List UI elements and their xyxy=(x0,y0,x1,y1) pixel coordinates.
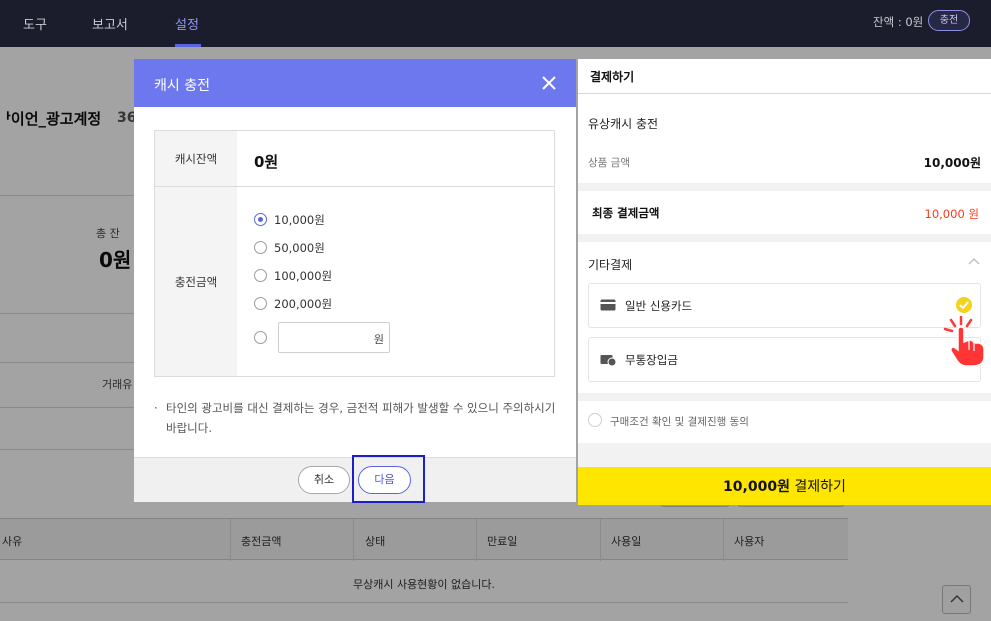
payment-panel: 결제하기 유상캐시 충전 상품 금액 10,000원 최종 결제금액 10,00… xyxy=(578,59,991,505)
product-name: 유상캐시 충전 xyxy=(588,117,659,131)
notice-body: 타인의 광고비를 대신 결제하는 경우, 금전적 피해가 발생할 수 있으니 주… xyxy=(166,401,556,435)
nav-item-reports[interactable]: 보고서 xyxy=(92,14,128,33)
radio[interactable] xyxy=(254,269,267,282)
option-label: 100,000원 xyxy=(274,269,333,283)
custom-amount-unit: 원 xyxy=(373,333,384,346)
custom-amount-input[interactable]: 원 xyxy=(278,322,390,353)
submit-amount: 10,000원 xyxy=(723,479,790,495)
next-button-highlight xyxy=(352,455,425,503)
radio[interactable] xyxy=(254,331,267,344)
charge-button[interactable]: 충전 xyxy=(928,10,970,31)
check-icon xyxy=(956,297,972,313)
agreement-text: 구매조건 확인 및 결제진행 동의 xyxy=(610,416,749,428)
nav-item-settings[interactable]: 설정 xyxy=(175,14,199,33)
cash-balance-label: 캐시잔액 xyxy=(174,152,218,166)
method-label: 무통장입금 xyxy=(625,353,678,367)
method-label: 일반 신용카드 xyxy=(625,299,693,313)
charge-form: 캐시잔액 0원 충전금액 10,000원 50,000원 100,000원 20… xyxy=(154,130,555,377)
chevron-up-icon[interactable] xyxy=(968,257,980,265)
radio[interactable] xyxy=(254,241,267,254)
agreement-checkbox[interactable] xyxy=(588,413,602,427)
radio-selected[interactable] xyxy=(254,213,267,226)
payment-method-credit-card[interactable]: 일반 신용카드 xyxy=(588,283,981,328)
balance-text: 잔액 : 0원 xyxy=(873,15,924,29)
price-value: 10,000원 xyxy=(923,156,981,170)
price-label: 상품 금액 xyxy=(588,157,630,169)
radio[interactable] xyxy=(254,297,267,310)
final-amount-value: 10,000 원 xyxy=(924,207,979,221)
charge-amount-label: 충전금액 xyxy=(174,275,218,289)
cancel-button[interactable]: 취소 xyxy=(298,466,350,494)
final-amount-label: 최종 결제금액 xyxy=(592,206,660,220)
other-methods-label: 기타결제 xyxy=(588,258,633,272)
option-label: 50,000원 xyxy=(274,241,325,255)
cash-charge-modal: 캐시 충전 캐시잔액 0원 충전금액 10,000원 50,000원 100,0… xyxy=(134,59,576,502)
modal-title: 캐시 충전 xyxy=(154,78,210,94)
modal-header: 캐시 충전 xyxy=(134,59,576,107)
option-label: 10,000원 xyxy=(274,213,325,227)
nav-item-tools[interactable]: 도구 xyxy=(23,14,47,33)
pointer-hand-icon xyxy=(943,316,985,367)
payment-method-bank-transfer[interactable]: 무통장입금 xyxy=(588,337,981,382)
close-icon[interactable] xyxy=(540,74,558,92)
top-navigation-bar: 도구 보고서 설정 잔액 : 0원 충전 xyxy=(0,0,991,47)
notice-text: · 타인의 광고비를 대신 결제하는 경우, 금전적 피해가 발생할 수 있으니 … xyxy=(154,401,556,435)
bank-transfer-icon xyxy=(600,355,616,367)
payment-title: 결제하기 xyxy=(590,70,635,84)
pay-submit-button[interactable]: 10,000원 결제하기 xyxy=(578,467,991,505)
payment-header: 결제하기 xyxy=(578,59,991,94)
credit-card-icon xyxy=(600,299,616,311)
cash-balance-value: 0원 xyxy=(254,153,279,171)
option-label: 200,000원 xyxy=(274,297,333,311)
submit-label: 결제하기 xyxy=(794,479,846,495)
